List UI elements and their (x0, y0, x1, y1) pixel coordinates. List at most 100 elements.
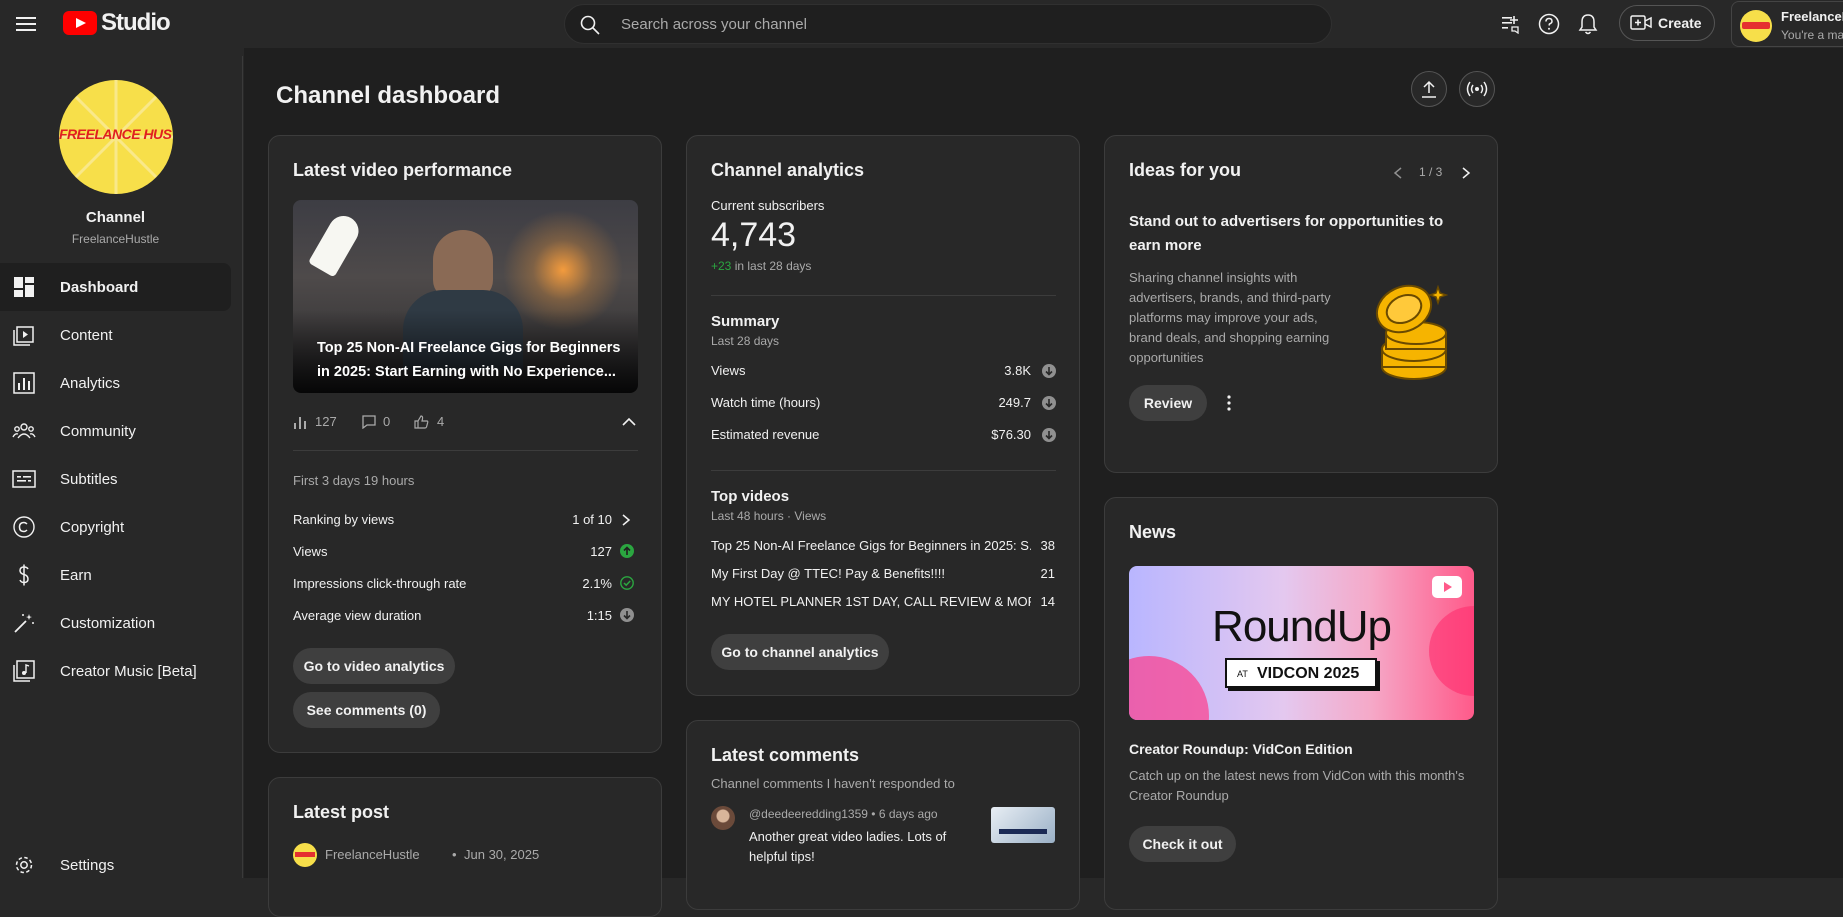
sidebar-item-label: Analytics (60, 374, 121, 392)
sidebar-item-settings[interactable]: Settings (0, 841, 231, 889)
separator-dot: • (452, 847, 457, 862)
top-bar: Studio Search across your channel Create… (0, 0, 1843, 48)
sidebar-item-subtitles[interactable]: Subtitles (0, 455, 231, 503)
stat-label: Average view duration (293, 608, 422, 623)
search-input[interactable]: Search across your channel (621, 16, 807, 33)
help-icon[interactable] (1537, 12, 1561, 36)
studio-logo[interactable]: Studio (63, 9, 171, 39)
stat-value: 2.1% (582, 576, 612, 591)
chevron-up-icon[interactable] (621, 417, 637, 427)
ideas-headline: Stand out to advertisers for opportuniti… (1129, 213, 1444, 254)
go-to-video-analytics-button[interactable]: Go to video analytics (293, 648, 455, 684)
top-videos-period: Last 48 hours · Views (711, 509, 827, 523)
stat-label: Views (293, 544, 328, 559)
content-icon (13, 326, 34, 346)
create-button[interactable]: Create (1619, 5, 1715, 41)
sidebar-item-dashboard[interactable]: Dashboard (0, 263, 231, 311)
sidebar-item-content[interactable]: Content (0, 311, 231, 359)
upload-button[interactable] (1411, 71, 1447, 107)
video-thumbnail[interactable]: Top 25 Non-AI Freelance Gigs for Beginne… (293, 200, 638, 393)
comment-author[interactable]: @deedeeredding1359 (749, 807, 868, 821)
check-circle-icon (620, 576, 634, 590)
sidebar-item-community[interactable]: Community (0, 407, 231, 455)
notifications-bell-icon[interactable] (1576, 12, 1600, 36)
sidebar: FREELANCE HUSTLE Channel FreelanceHustle… (0, 56, 243, 878)
post-date: Jun 30, 2025 (464, 847, 540, 862)
news-image-title: RoundUp (1212, 602, 1392, 651)
summary-value: $76.30 (991, 427, 1031, 442)
dashboard-icon (14, 277, 34, 297)
chevron-right-icon[interactable] (621, 513, 631, 527)
account-subtext: You're a ma (1781, 28, 1843, 42)
card-title: Latest video performance (293, 160, 513, 180)
go-to-channel-analytics-button[interactable]: Go to channel analytics (711, 634, 889, 670)
summary-label: Estimated revenue (711, 427, 820, 442)
youtube-play-icon (1432, 576, 1462, 598)
ideas-card: Ideas for you 1 / 3 Stand out to adverti… (1104, 135, 1498, 473)
news-image[interactable]: RoundUp AT VIDCON 2025 (1129, 566, 1474, 720)
see-comments-button[interactable]: See comments (0) (293, 692, 440, 728)
search-icon (579, 14, 601, 36)
news-headline[interactable]: Creator Roundup: VidCon Edition (1129, 741, 1353, 757)
top-video-title[interactable]: Top 25 Non-AI Freelance Gigs for Beginne… (711, 538, 1031, 553)
youtube-logo-icon (63, 11, 97, 35)
channel-title: Channel (85, 209, 146, 226)
sidebar-item-analytics[interactable]: Analytics (0, 359, 231, 407)
account-name: FreelanceH (1781, 9, 1843, 24)
post-author-avatar (293, 843, 317, 867)
commenter-avatar[interactable] (711, 806, 735, 830)
check-it-out-button[interactable]: Check it out (1129, 826, 1236, 862)
go-live-button[interactable] (1459, 71, 1495, 107)
card-title: News (1129, 522, 1177, 542)
sidebar-item-copyright[interactable]: Copyright (0, 503, 231, 551)
analytics-icon (13, 372, 35, 394)
menu-icon[interactable] (14, 12, 38, 36)
account-switcher[interactable]: FreelanceH You're a ma (1731, 1, 1843, 47)
review-button[interactable]: Review (1129, 385, 1207, 421)
top-video-views: 38 (1040, 538, 1055, 553)
subscribers-change-value: +23 (711, 259, 732, 273)
search-bar[interactable]: Search across your channel (564, 4, 1332, 44)
top-video-title[interactable]: MY HOTEL PLANNER 1ST DAY, CALL REVIEW & … (711, 594, 1031, 609)
top-video-title[interactable]: My First Day @ TTEC! Pay & Benefits!!!! (711, 566, 1031, 581)
settings-gear-icon (15, 856, 33, 874)
chevron-left-icon[interactable] (1393, 166, 1403, 180)
stat-value: 1:15 (586, 608, 612, 623)
news-body: Catch up on the latest news from VidCon … (1129, 768, 1465, 803)
comment-text: Another great video ladies. Lots of help… (749, 829, 947, 864)
comment-video-thumbnail[interactable] (991, 807, 1055, 843)
channel-avatar-text: FREELANCE HUSTLE (59, 126, 173, 142)
feedback-icon[interactable] (1498, 12, 1522, 36)
sidebar-item-customization[interactable]: Customization (0, 599, 231, 647)
period-label: First 3 days 19 hours (293, 473, 415, 488)
separator-dot: • (871, 807, 879, 821)
latest-comments-card: Latest comments Channel comments I haven… (686, 720, 1080, 910)
trend-down-icon (1042, 428, 1056, 442)
sidebar-item-label: Dashboard (60, 278, 139, 296)
sidebar-item-label: Copyright (60, 518, 125, 536)
latest-video-card: Latest video performance Top 25 Non-AI F… (268, 135, 662, 753)
summary-value: 3.8K (1004, 363, 1031, 378)
sidebar-item-creator-music[interactable]: Creator Music [Beta] (0, 647, 231, 695)
more-options-icon[interactable] (1226, 394, 1232, 412)
summary-period: Last 28 days (711, 334, 780, 348)
subscribers-change-suffix: in last 28 days (734, 259, 812, 273)
sidebar-item-label: Creator Music [Beta] (60, 662, 197, 680)
brand-text: Studio (101, 9, 171, 36)
coins-illustration (1375, 284, 1449, 380)
sidebar-item-earn[interactable]: Earn (0, 551, 231, 599)
subscribers-change: +23 in last 28 days (711, 259, 811, 273)
trend-down-icon (620, 608, 634, 622)
trend-up-icon (620, 544, 634, 558)
sidebar-item-label: Earn (60, 566, 92, 584)
page-title: Channel dashboard (276, 82, 501, 109)
ideas-body: Sharing channel insights with advertiser… (1129, 270, 1331, 365)
post-author: FreelanceHustle (325, 847, 420, 862)
trend-down-icon (1042, 396, 1056, 410)
chevron-right-icon[interactable] (1461, 166, 1471, 180)
channel-handle: FreelanceHustle (71, 232, 160, 246)
stat-value: 127 (590, 544, 612, 559)
channel-analytics-card: Channel analytics Current subscribers 4,… (686, 135, 1080, 696)
subscribers-value: 4,743 (711, 216, 797, 254)
channel-avatar[interactable]: FREELANCE HUSTLE (59, 80, 173, 194)
